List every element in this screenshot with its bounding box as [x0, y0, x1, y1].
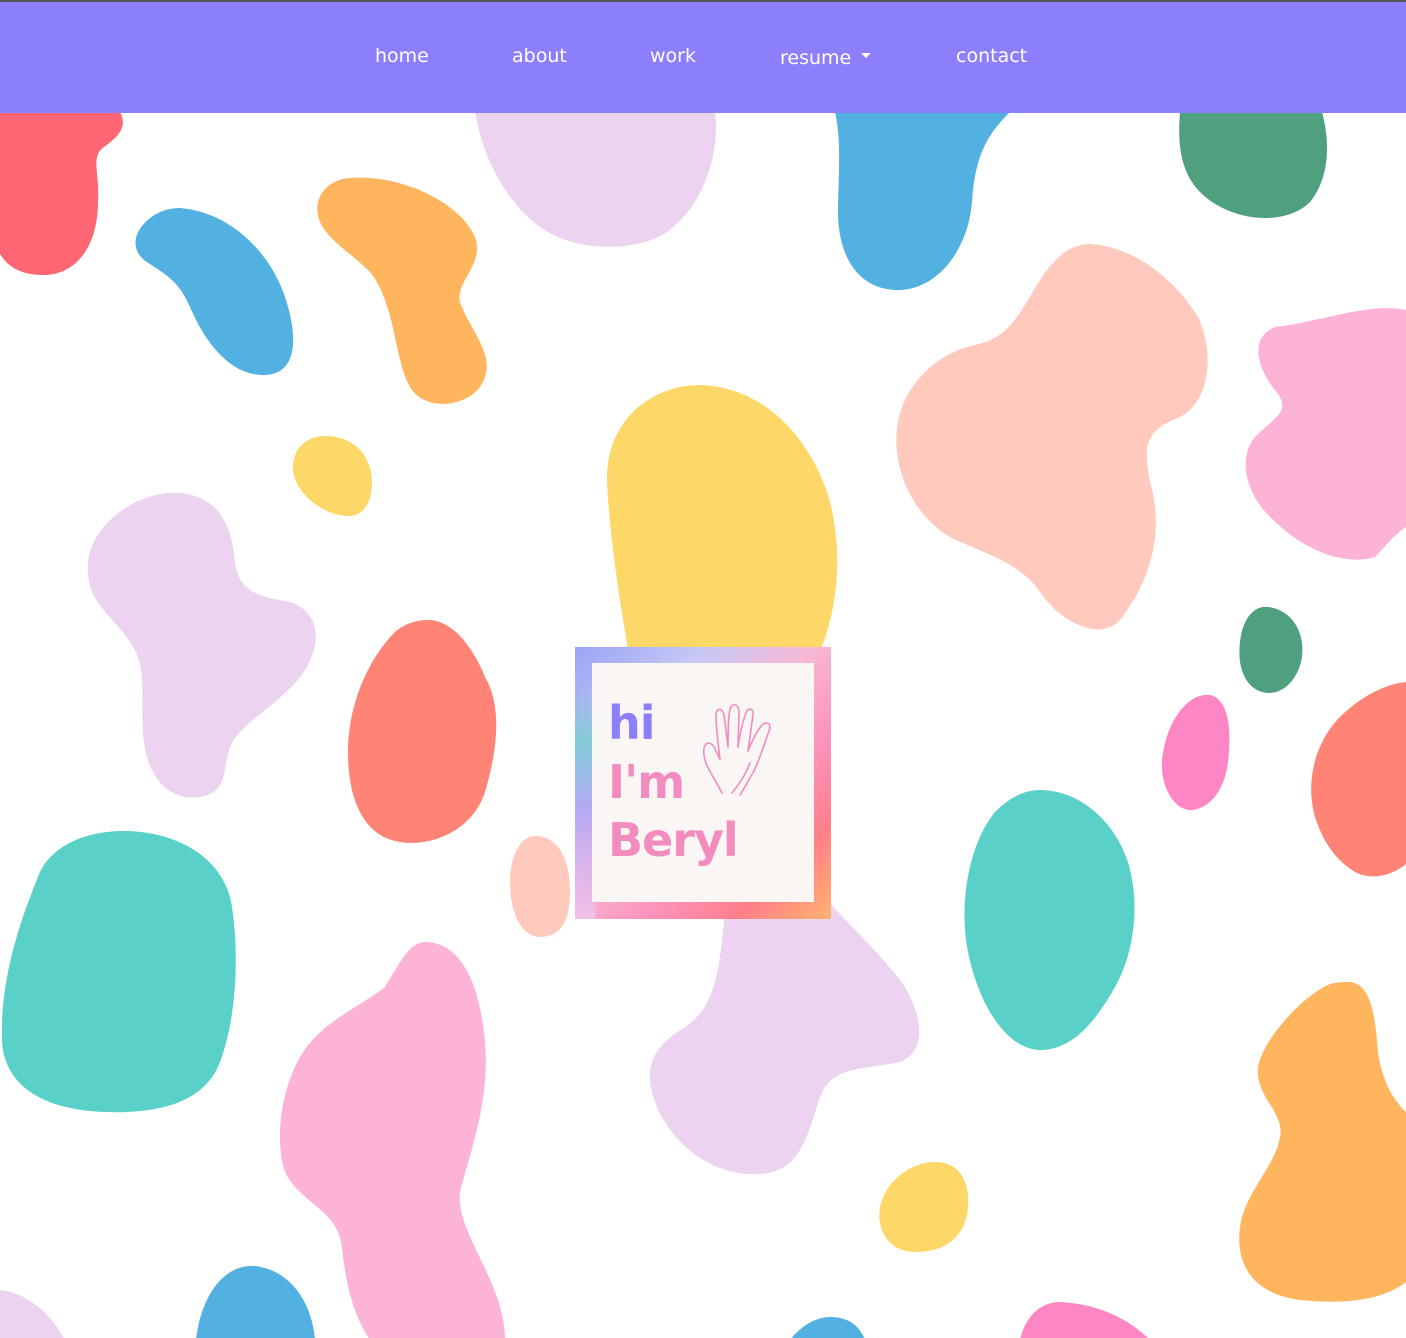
blob-teal-left — [1, 830, 236, 1113]
blob-red-topleft — [0, 112, 123, 276]
blob-pink-bottom — [280, 942, 505, 1338]
blob-coral-right — [1311, 682, 1406, 877]
blob-yellow-center — [606, 385, 838, 662]
blob-coral-center — [348, 620, 497, 843]
hero-card-inner: hi I'm Beryl — [592, 663, 814, 902]
hero-greeting: hi — [608, 696, 656, 750]
blob-yellow-bottom — [879, 1162, 969, 1252]
blob-blue-bottom-small — [791, 1317, 865, 1338]
blob-teal-right — [964, 790, 1135, 1050]
hero-im: I'm — [608, 755, 685, 809]
page: home about work resume contact hi I'm Be… — [0, 0, 1406, 1338]
blob-magenta-bottom — [1020, 1302, 1148, 1338]
hero-name: Beryl — [608, 813, 739, 867]
blob-green-small-right — [1239, 606, 1303, 693]
blob-yellow-small — [292, 436, 372, 517]
nav-item-work[interactable]: work — [650, 42, 696, 70]
blob-magenta-right — [1161, 694, 1230, 811]
hero-card: hi I'm Beryl — [575, 647, 831, 919]
blob-peach-right — [896, 244, 1208, 630]
chevron-down-icon — [861, 53, 872, 58]
blob-orange — [317, 177, 487, 404]
blob-orange-bottomright — [1239, 982, 1406, 1302]
blob-blue-top — [835, 112, 1010, 291]
nav-item-home[interactable]: home — [375, 42, 429, 70]
waving-hand-icon — [702, 703, 771, 796]
blob-peach-small — [510, 835, 570, 937]
nav-item-about[interactable]: about — [512, 42, 567, 70]
blob-lavender-center — [649, 897, 920, 1175]
blob-blue-bottom — [196, 1265, 315, 1338]
nav-item-contact[interactable]: contact — [956, 42, 1027, 70]
blob-green-topright — [1179, 112, 1327, 219]
blob-lavender-bottomleft — [0, 1290, 64, 1338]
blob-lavender-top — [475, 112, 716, 247]
blob-blue-left — [135, 208, 294, 376]
blob-lavender-left — [87, 492, 316, 798]
top-navbar: home about work resume contact — [0, 2, 1406, 113]
blob-pink-right — [1245, 308, 1406, 560]
nav-item-resume-dropdown[interactable]: resume — [780, 44, 872, 72]
nav-item-resume-label: resume — [780, 47, 852, 69]
